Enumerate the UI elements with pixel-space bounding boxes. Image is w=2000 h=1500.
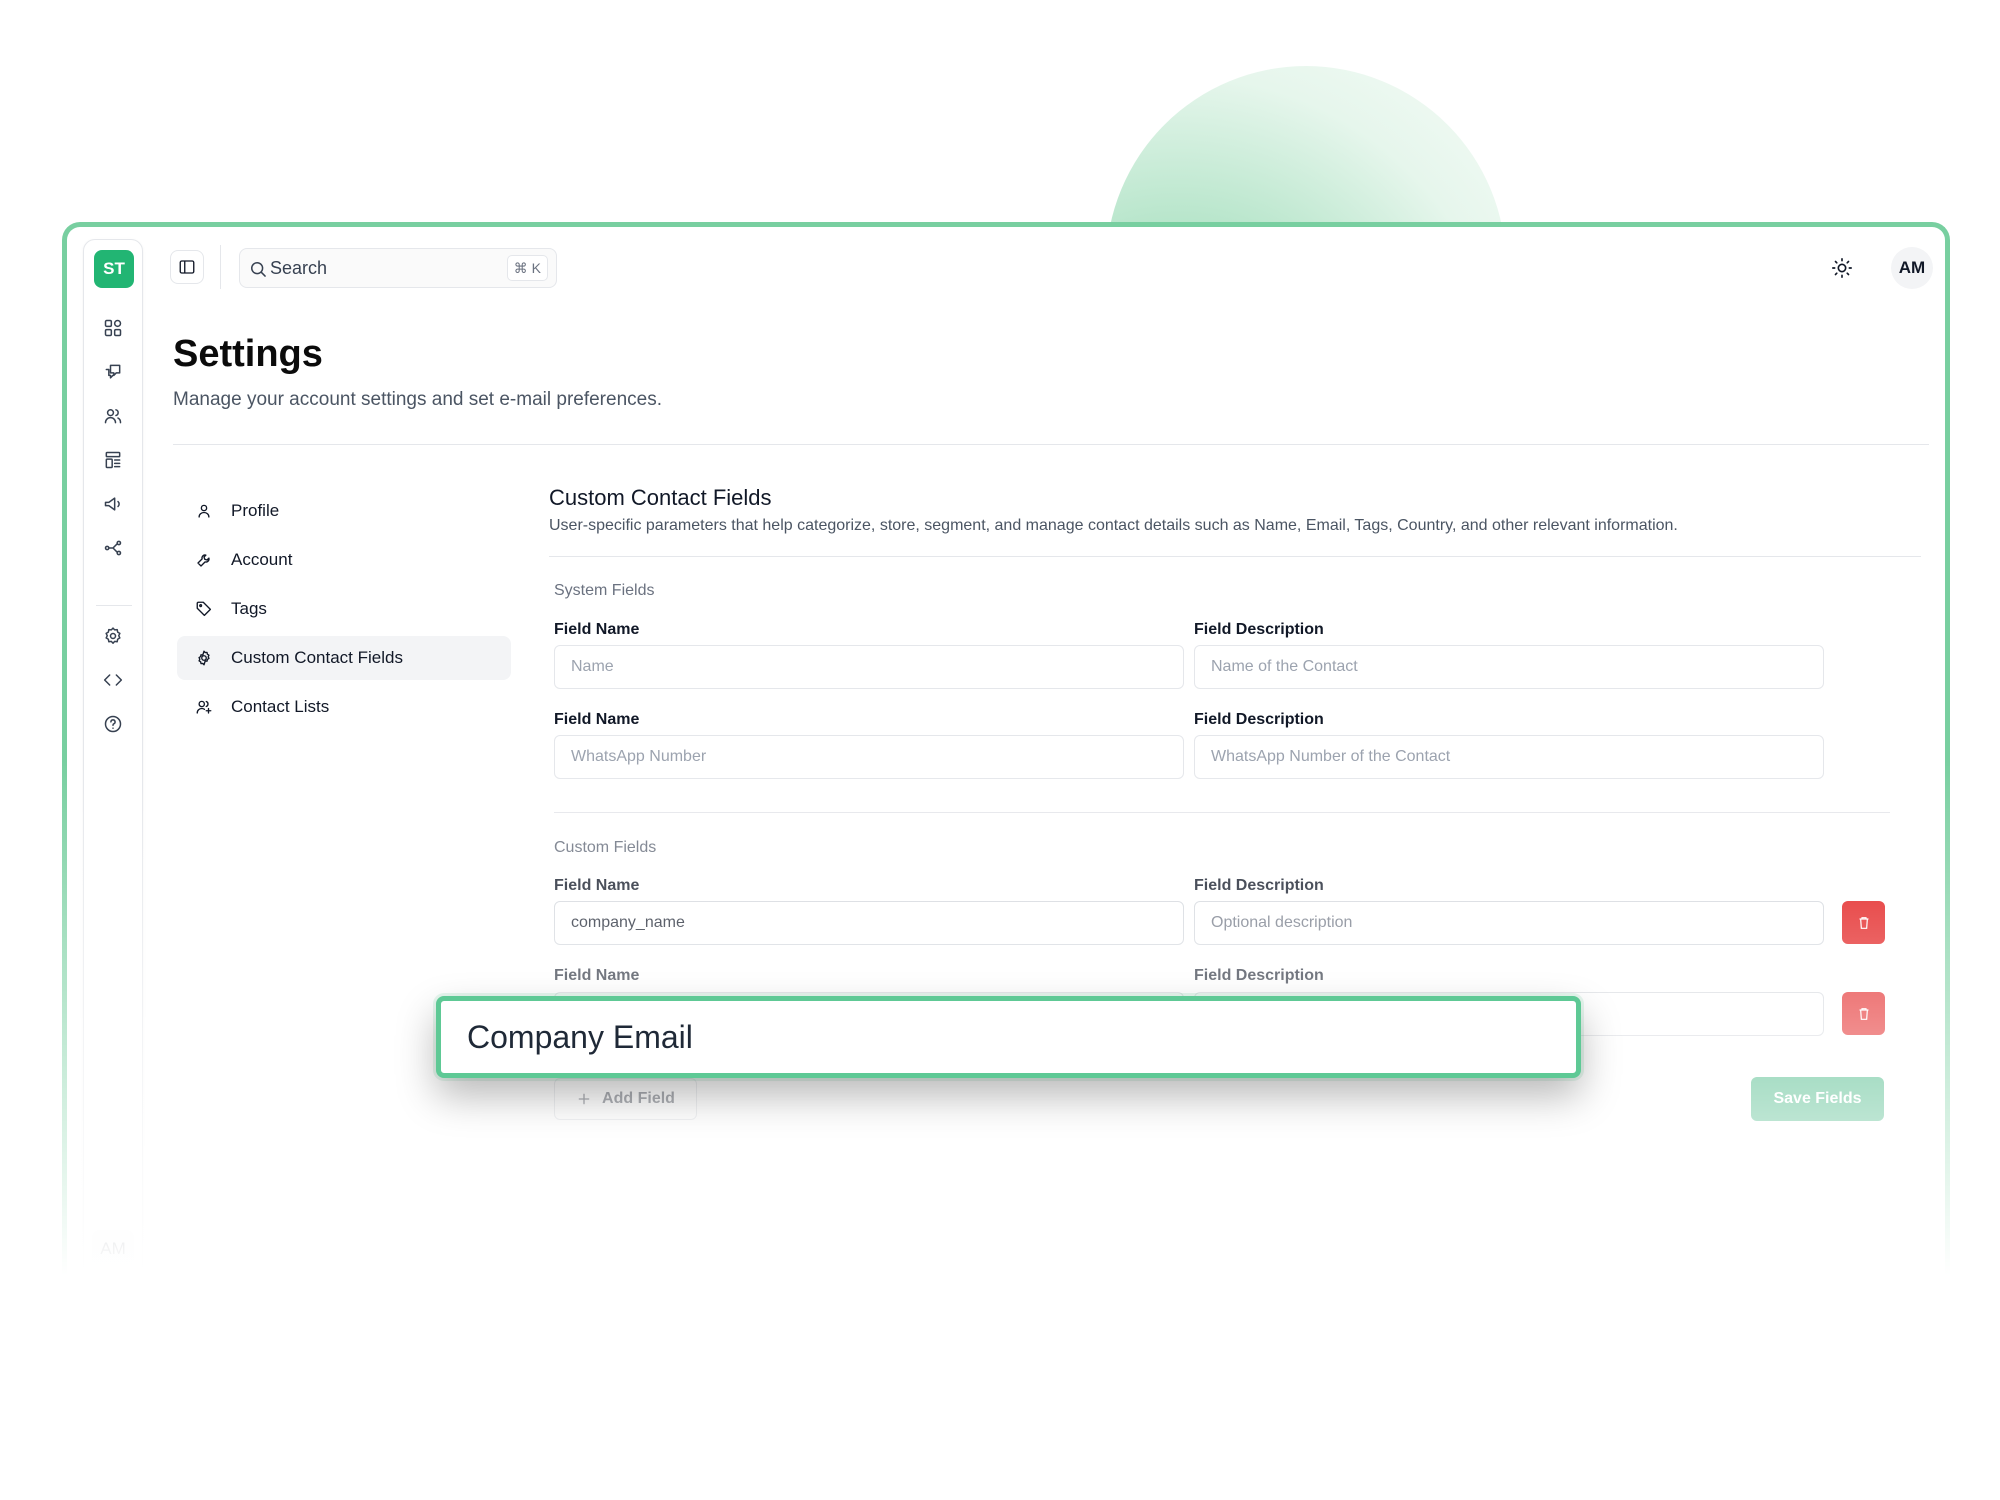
custom-field-name-input[interactable]: [554, 901, 1184, 945]
settings-nav-tags[interactable]: Tags: [177, 587, 511, 631]
page-title: Settings: [173, 333, 323, 375]
section-divider: [549, 556, 1921, 557]
account-avatar[interactable]: AM: [1891, 247, 1933, 289]
settings-nav-label: Contact Lists: [231, 697, 330, 716]
section-description: User-specific parameters that help categ…: [549, 517, 1678, 534]
section-title: Custom Contact Fields: [549, 485, 772, 510]
templates-icon[interactable]: [102, 449, 124, 471]
panel-left-icon: [179, 260, 195, 274]
campaigns-icon[interactable]: [102, 493, 124, 515]
custom-fields-label: Custom Fields: [554, 839, 657, 856]
field-name-label: Field Name: [554, 967, 640, 984]
settings-nav-contact-lists[interactable]: Contact Lists: [177, 685, 511, 729]
zoomed-field-value: Company Email: [467, 1018, 693, 1055]
save-fields-button[interactable]: Save Fields: [1751, 1077, 1884, 1121]
trash-icon: [1858, 1007, 1869, 1020]
settings-nav-account[interactable]: Account: [177, 538, 511, 582]
settings-nav-label: Profile: [231, 501, 280, 520]
settings-nav-label: Account: [231, 550, 293, 569]
developer-icon[interactable]: [102, 669, 124, 691]
search-shortcut: ⌘ K: [506, 255, 548, 281]
add-field-button[interactable]: Add Field: [554, 1078, 697, 1120]
user-cog-icon: [193, 647, 215, 669]
header-divider: [173, 444, 1929, 445]
help-icon[interactable]: [102, 713, 124, 735]
search-input[interactable]: [270, 255, 490, 281]
search-icon: [248, 259, 268, 279]
user-icon: [193, 500, 215, 522]
trash-icon: [1858, 916, 1869, 929]
custom-field-description-input[interactable]: [1194, 901, 1824, 945]
fields-group-divider: [554, 812, 1890, 813]
wrench-icon: [193, 549, 215, 571]
field-description-label: Field Description: [1194, 877, 1324, 894]
user-avatar[interactable]: AM: [92, 1230, 134, 1268]
zoomed-field-name-input[interactable]: Company Email: [436, 996, 1581, 1078]
system-fields-label: System Fields: [554, 582, 655, 599]
settings-nav-custom-contact-fields[interactable]: Custom Contact Fields: [177, 636, 511, 680]
users-plus-icon: [193, 696, 215, 718]
workspace-logo[interactable]: ST: [94, 250, 134, 288]
dashboard-icon[interactable]: [102, 317, 124, 339]
tag-icon: [193, 598, 215, 620]
delete-field-button[interactable]: [1842, 992, 1885, 1035]
system-field-description-input[interactable]: [1194, 735, 1824, 779]
settings-icon[interactable]: [102, 625, 124, 647]
add-field-label: Add Field: [602, 1090, 675, 1107]
system-field-name-input[interactable]: [554, 735, 1184, 779]
system-field-description-input[interactable]: [1194, 645, 1824, 689]
contacts-icon[interactable]: [102, 405, 124, 427]
settings-nav-profile[interactable]: Profile: [177, 489, 511, 533]
field-description-label: Field Description: [1194, 621, 1324, 638]
theme-toggle-button[interactable]: [1827, 253, 1857, 283]
rail-divider: [96, 605, 132, 606]
chat-icon[interactable]: [102, 361, 124, 383]
flows-icon[interactable]: [102, 537, 124, 559]
field-name-label: Field Name: [554, 621, 640, 638]
delete-field-button[interactable]: [1842, 901, 1885, 944]
search-box[interactable]: ⌘ K: [239, 248, 557, 288]
system-field-name-input[interactable]: [554, 645, 1184, 689]
field-description-label: Field Description: [1194, 711, 1324, 728]
field-description-label: Field Description: [1194, 967, 1324, 984]
field-name-label: Field Name: [554, 877, 640, 894]
plus-icon: [578, 1093, 590, 1105]
settings-nav-label: Tags: [231, 599, 267, 618]
icon-sidebar: ST AM: [83, 239, 143, 1279]
sidebar-toggle-button[interactable]: [170, 250, 204, 284]
sun-icon: [1832, 258, 1852, 278]
field-name-label: Field Name: [554, 711, 640, 728]
settings-nav-label: Custom Contact Fields: [231, 648, 403, 667]
app-window: ST AM Search ⌘ K AM Settings Manage your…: [62, 222, 1950, 1282]
page-subtitle: Manage your account settings and set e-m…: [173, 389, 662, 410]
topbar-divider: [220, 245, 221, 289]
